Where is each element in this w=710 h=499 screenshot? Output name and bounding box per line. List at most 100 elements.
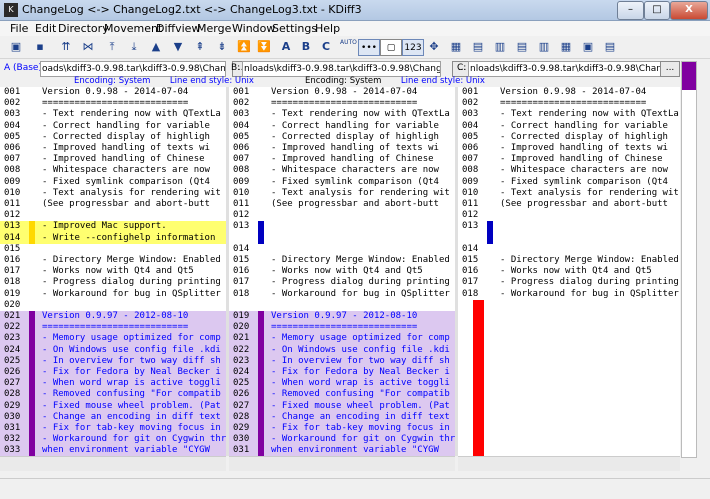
current-delta-icon[interactable]: ⋈ <box>80 39 96 55</box>
line-number: 028 <box>233 411 250 422</box>
overview-bar[interactable] <box>681 61 697 458</box>
line-text: - Improved handling of texts wi <box>42 143 210 153</box>
diff-line <box>229 300 455 311</box>
pane-a-path[interactable]: oads\kdiff3-0.9.98.tar\kdiff3-0.9.98\Cha… <box>40 61 226 77</box>
line-text: - In overview for two way diff sh <box>271 355 450 366</box>
show-whitespace-icon[interactable]: ••• <box>358 39 380 56</box>
line-number: 014 <box>462 243 479 254</box>
choose-b-icon[interactable]: B <box>298 39 314 55</box>
menu-window[interactable]: Window <box>232 22 275 35</box>
line-number: 018 <box>462 288 479 299</box>
show-whitespace-chars-icon[interactable]: ▢ <box>380 39 402 56</box>
line-number: 010 <box>462 187 479 198</box>
diff-marker <box>29 143 35 154</box>
first-delta-icon[interactable]: ⇈ <box>58 39 74 55</box>
next-unsolved-icon[interactable]: ⇟ <box>214 39 230 55</box>
menu-diffview[interactable]: Diffview <box>156 22 200 35</box>
show-line-numbers-icon[interactable]: 123 <box>402 39 424 56</box>
pane-a-horizontal-scrollbar[interactable] <box>0 456 226 471</box>
line-number: 029 <box>4 400 21 411</box>
pane-b-path[interactable]: nloads\kdiff3-0.9.98.tar\kdiff3-0.9.98\C… <box>242 61 441 77</box>
diff-marker <box>258 210 264 221</box>
menu-settings[interactable]: Settings <box>272 22 317 35</box>
new-folder-icon[interactable]: ▣ <box>8 39 24 55</box>
pane-c-path[interactable]: nloads\kdiff3-0.9.98.tar\kdiff3-0.9.98\C… <box>468 61 667 77</box>
menu-bar: File Edit Directory Movement Diffview Me… <box>0 21 710 36</box>
save-icon[interactable]: ▪ <box>32 39 48 55</box>
diff-line: 031 - Fix for tab-key moving focus in <box>0 423 226 435</box>
choose-a-icon[interactable]: A <box>278 39 294 55</box>
line-number: 003 <box>233 109 250 120</box>
diff-marker <box>258 121 264 132</box>
line-text: - On Windows use config file .kdi <box>42 344 221 355</box>
menu-merge[interactable]: Merge <box>197 22 231 35</box>
toggle-split-orientation-icon[interactable]: ▤ <box>602 39 618 55</box>
line-text: - Progress dialog during printing <box>500 277 679 288</box>
pane-c-horizontal-scrollbar[interactable] <box>458 456 680 471</box>
next-delta-icon[interactable]: ⤓ <box>126 39 142 55</box>
line-text: - Corrected display of highligh <box>500 131 668 142</box>
diff-line: 028 - Change an encoding in diff text <box>229 411 455 423</box>
diff-line: 003 - Text rendering now with QTextLa <box>229 109 455 120</box>
pane-c-browse-button[interactable]: ... <box>660 61 680 77</box>
choose-c-icon[interactable]: C <box>318 39 334 55</box>
prev-unsolved-icon[interactable]: ⇞ <box>192 39 208 55</box>
line-number: 025 <box>233 378 250 389</box>
diff-marker <box>29 389 35 401</box>
pane-b-horizontal-scrollbar[interactable] <box>229 456 455 471</box>
window-merge-icon[interactable]: ▥ <box>536 39 552 55</box>
diff-marker <box>258 132 264 143</box>
diff-marker <box>258 87 264 98</box>
window-b-icon[interactable]: ▥ <box>492 39 508 55</box>
line-text: - Workaround for bug in QSplitter <box>271 288 450 299</box>
diff-marker <box>29 177 35 188</box>
line-text: - Directory Merge Window: Enabled <box>500 255 679 265</box>
line-text: - Text rendering now with QTextLa <box>271 109 450 120</box>
menu-movement[interactable]: Movement <box>104 22 162 35</box>
split-window-icon[interactable]: ▦ <box>448 39 464 55</box>
last-delta-icon[interactable]: ⏬ <box>256 39 272 55</box>
line-number: 008 <box>233 165 250 176</box>
prev-delta-icon[interactable]: ⤒ <box>104 39 120 55</box>
menu-file[interactable]: File <box>10 22 28 35</box>
diff-pane-c[interactable]: 001 Version 0.9.98 - 2014-07-04 002 =======… <box>458 87 680 456</box>
last-delta-up-icon[interactable]: ⏫ <box>236 39 252 55</box>
window-split-icon[interactable]: ▦ <box>558 39 574 55</box>
window-a-icon[interactable]: ▤ <box>470 39 486 55</box>
prev-conflict-icon[interactable]: ▲ <box>148 39 164 55</box>
overview-icon[interactable]: ✥ <box>426 39 442 55</box>
line-text: - Improved handling of Chinese <box>500 154 663 165</box>
diff-line: 022 - On Windows use config file .kdi <box>229 344 455 356</box>
diff-marker <box>258 244 264 255</box>
line-number: 001 <box>462 87 479 97</box>
line-number: 017 <box>233 277 250 288</box>
menu-help[interactable]: Help <box>315 22 340 35</box>
window-overview-icon[interactable]: ▣ <box>580 39 596 55</box>
line-text: - Text analysis for rendering wit <box>42 187 221 198</box>
line-number: 027 <box>4 378 21 389</box>
diff-line: 025 - When word wrap is active toggli <box>229 378 455 390</box>
diff-marker <box>258 188 264 199</box>
close-button[interactable]: X <box>670 1 708 20</box>
line-number: 001 <box>233 87 250 97</box>
diff-marker <box>258 165 264 176</box>
pane-b-encoding: Encoding: System <box>305 76 382 86</box>
diff-line: 003 - Text rendering now with QTextLa <box>0 109 226 120</box>
diff-pane-b[interactable]: 001 Version 0.9.98 - 2014-07-04 002 =======… <box>229 87 455 456</box>
maximize-button[interactable]: □ <box>644 1 670 20</box>
menu-edit[interactable]: Edit <box>35 22 56 35</box>
diff-pane-a[interactable]: 001 Version 0.9.98 - 2014-07-04 002 =======… <box>0 87 226 456</box>
diff-line: 016 - Works now with Qt4 and Qt5 <box>229 266 455 277</box>
minimize-button[interactable]: – <box>617 1 644 20</box>
kdiff3-app-icon[interactable]: K <box>4 3 18 17</box>
line-text: - Directory Merge Window: Enabled <box>271 255 450 265</box>
line-number: 014 <box>233 243 250 254</box>
diff-marker <box>29 210 35 221</box>
line-text: - In overview for two way diff sh <box>42 355 221 366</box>
auto-advance-icon[interactable]: AUTO <box>340 39 357 55</box>
line-number: 020 <box>4 299 21 310</box>
next-conflict-icon[interactable]: ▼ <box>170 39 186 55</box>
menu-directory[interactable]: Directory <box>58 22 109 35</box>
line-text: - Fixed symlink comparison (Qt4 <box>500 176 668 187</box>
window-c-icon[interactable]: ▤ <box>514 39 530 55</box>
